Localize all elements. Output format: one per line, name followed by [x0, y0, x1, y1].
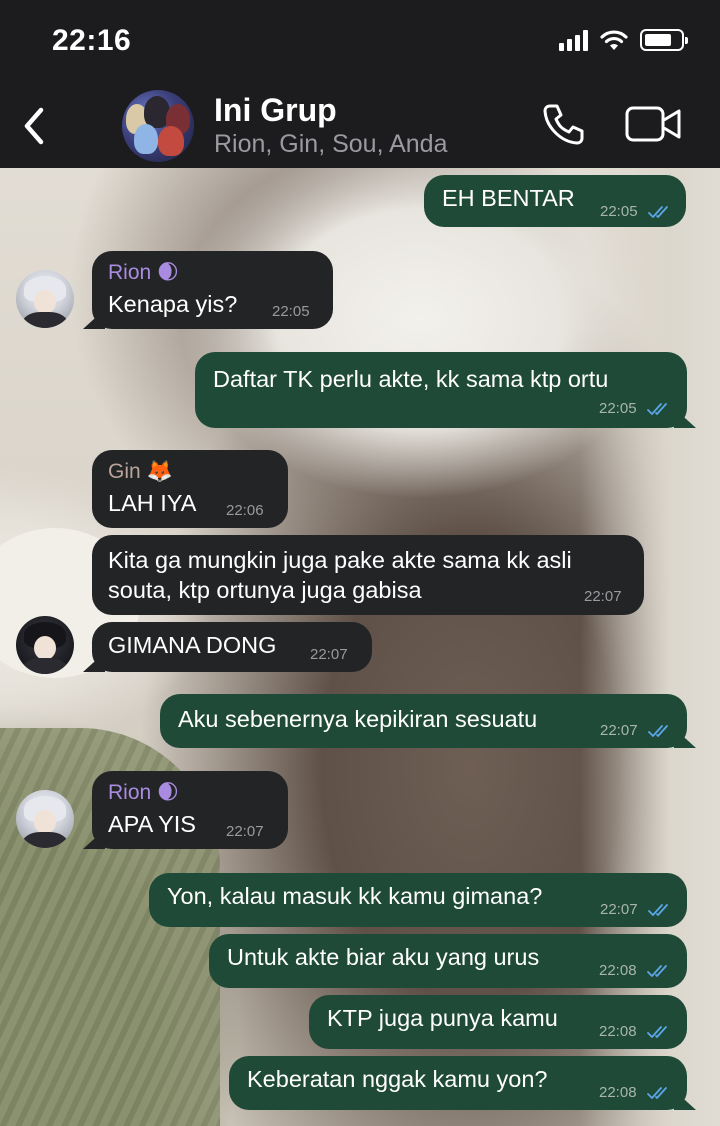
- read-receipt-icon: [647, 1087, 667, 1099]
- status-icons: [559, 26, 688, 54]
- battery-icon: [640, 29, 688, 51]
- chevron-left-icon: [24, 107, 44, 145]
- message-text: LAH IYA: [108, 490, 197, 516]
- incoming-message-bubble[interactable]: GIMANA DONG 22:07: [92, 622, 372, 672]
- message-timestamp: 22:07: [600, 722, 638, 739]
- read-receipt-icon: [648, 206, 668, 218]
- message-timestamp: 22:08: [599, 1084, 637, 1101]
- message-timestamp: 22:08: [599, 1023, 637, 1040]
- group-avatar[interactable]: [122, 90, 194, 162]
- message-timestamp: 22:07: [584, 588, 622, 605]
- message-text: EH BENTAR: [442, 185, 575, 211]
- avatar-face: [34, 810, 56, 834]
- message-timestamp: 22:06: [226, 502, 264, 519]
- avatar-body: [22, 832, 68, 848]
- battery-level: [645, 34, 671, 46]
- voice-call-button[interactable]: [540, 100, 588, 148]
- message-text: Kenapa yis?: [108, 291, 238, 317]
- message-text: Untuk akte biar aku yang urus: [227, 944, 540, 970]
- message-sender-name[interactable]: Rion 🌒: [108, 259, 179, 287]
- video-call-button[interactable]: [624, 104, 684, 144]
- group-title[interactable]: Ini Grup: [214, 92, 337, 129]
- sender-avatar-rion[interactable]: [16, 270, 74, 328]
- avatar-body: [22, 312, 68, 328]
- back-button[interactable]: [14, 98, 54, 154]
- outgoing-message-bubble[interactable]: Daftar TK perlu akte, kk sama ktp ortu 22…: [195, 352, 687, 428]
- group-members[interactable]: Rion, Gin, Sou, Anda: [214, 130, 447, 159]
- status-time: 22:16: [52, 24, 132, 57]
- message-text: Yon, kalau masuk kk kamu gimana?: [167, 883, 543, 909]
- message-text: GIMANA DONG: [108, 632, 277, 658]
- read-receipt-icon: [647, 965, 667, 977]
- incoming-message-bubble[interactable]: Gin 🦊 LAH IYA 22:06: [92, 450, 288, 528]
- message-timestamp: 22:05: [600, 203, 638, 220]
- message-sender-name[interactable]: Rion 🌒: [108, 779, 179, 807]
- message-sender-name[interactable]: Gin 🦊: [108, 458, 173, 486]
- read-receipt-icon: [648, 904, 668, 916]
- message-timestamp: 22:07: [600, 901, 638, 918]
- chat-header: 22:16 Ini Grup Rion, Gin, Sou, Anda: [0, 0, 720, 168]
- avatar-body: [22, 658, 68, 674]
- outgoing-message-bubble[interactable]: Yon, kalau masuk kk kamu gimana? 22:07: [149, 873, 687, 927]
- incoming-message-bubble[interactable]: Rion 🌒 APA YIS 22:07: [92, 771, 288, 849]
- avatar-face: [34, 636, 56, 660]
- message-text-line: Kita ga mungkin juga pake akte sama kk a…: [108, 547, 572, 573]
- read-receipt-icon: [647, 1026, 667, 1038]
- message-timestamp: 22:08: [599, 962, 637, 979]
- incoming-message-bubble[interactable]: Kita ga mungkin juga pake akte sama kk a…: [92, 535, 644, 615]
- video-camera-icon: [625, 106, 681, 142]
- incoming-message-bubble[interactable]: Rion 🌒 Kenapa yis? 22:05: [92, 251, 333, 329]
- message-text: KTP juga punya kamu: [327, 1005, 558, 1031]
- message-text-line: souta, ktp ortunya juga gabisa: [108, 577, 422, 603]
- avatar-face: [34, 290, 56, 314]
- outgoing-message-bubble[interactable]: Untuk akte biar aku yang urus 22:08: [209, 934, 687, 988]
- message-timestamp: 22:05: [272, 303, 310, 320]
- message-timestamp: 22:05: [599, 400, 637, 417]
- outgoing-message-bubble[interactable]: KTP juga punya kamu 22:08: [309, 995, 687, 1049]
- outgoing-message-bubble[interactable]: Aku sebenernya kepikiran sesuatu 22:07: [160, 694, 687, 748]
- sender-avatar-gin[interactable]: [16, 616, 74, 674]
- message-timestamp: 22:07: [310, 646, 348, 663]
- sender-avatar-rion[interactable]: [16, 790, 74, 848]
- read-receipt-icon: [647, 403, 667, 415]
- read-receipt-icon: [648, 725, 668, 737]
- phone-icon: [543, 104, 584, 145]
- wifi-icon: [600, 30, 628, 50]
- message-text: Daftar TK perlu akte, kk sama ktp ortu: [213, 366, 609, 392]
- outgoing-message-bubble[interactable]: Keberatan nggak kamu yon? 22:08: [229, 1056, 687, 1110]
- message-text: Keberatan nggak kamu yon?: [247, 1066, 548, 1092]
- outgoing-message-bubble[interactable]: EH BENTAR 22:05: [424, 175, 686, 227]
- message-timestamp: 22:07: [226, 823, 264, 840]
- message-text: APA YIS: [108, 811, 196, 837]
- message-text: Aku sebenernya kepikiran sesuatu: [178, 706, 538, 732]
- cellular-signal-icon: [559, 29, 588, 51]
